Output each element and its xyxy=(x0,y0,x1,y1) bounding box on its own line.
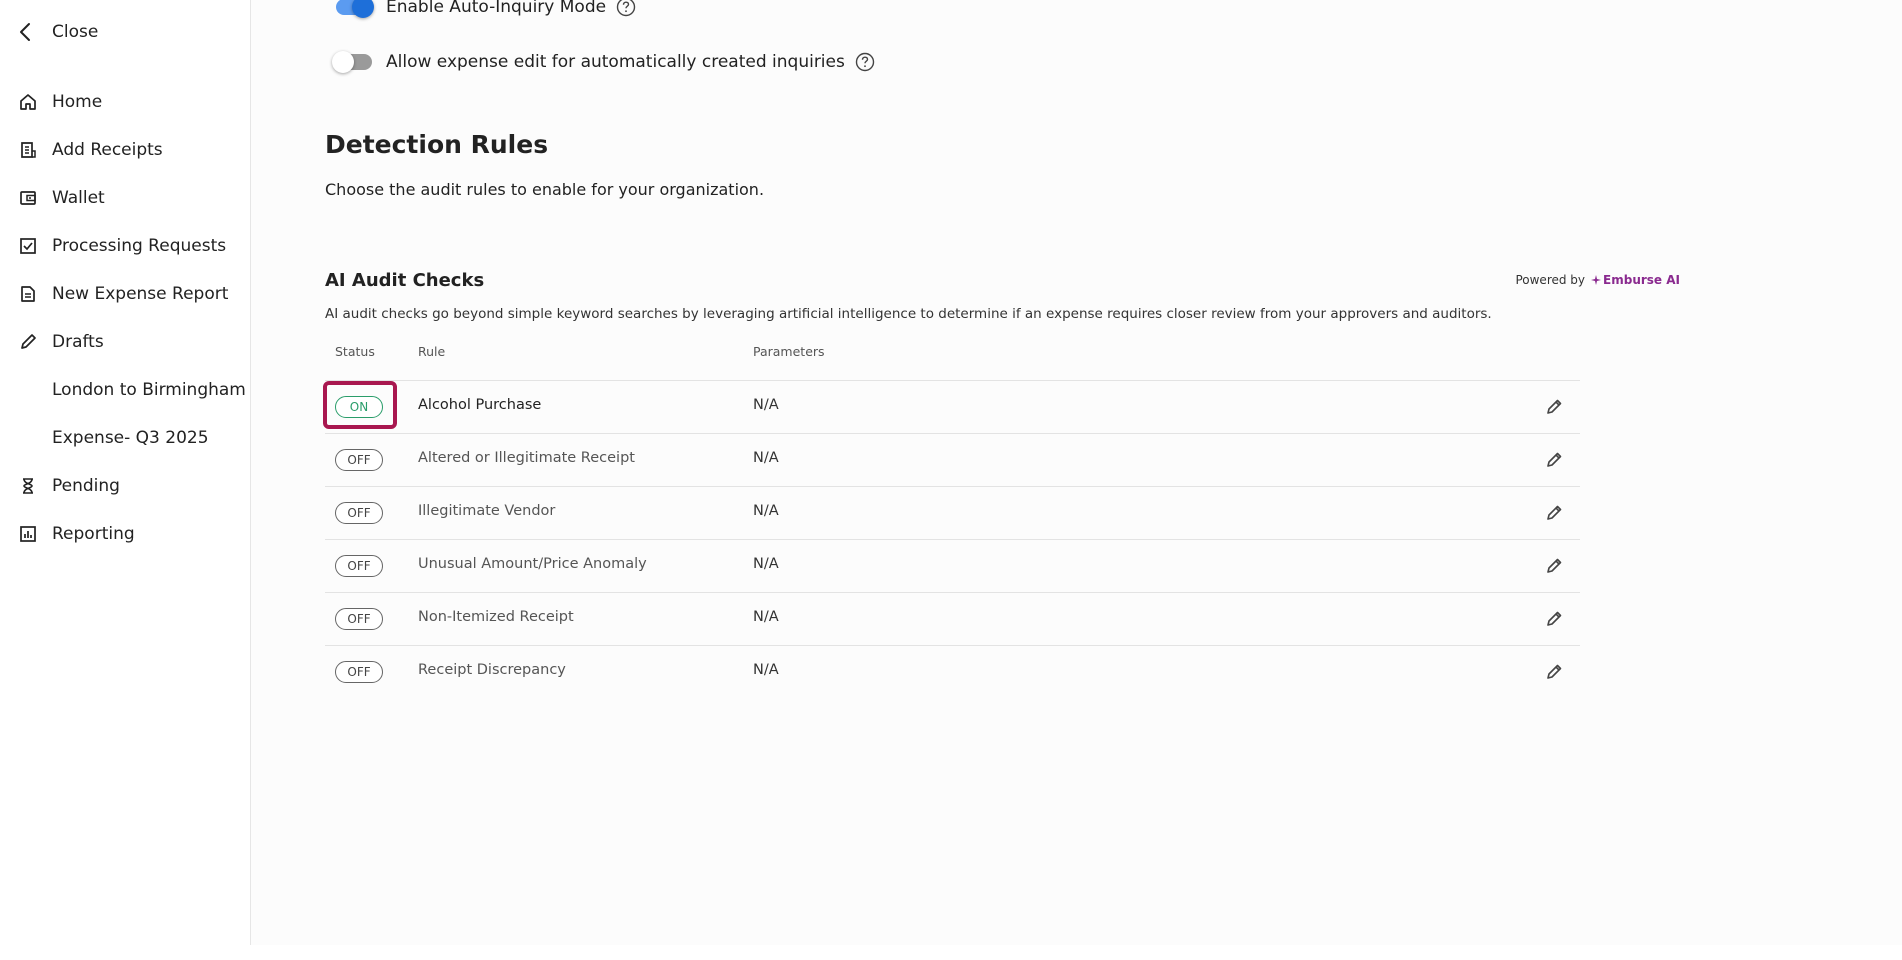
sidebar-draft-item[interactable]: Expense- Q3 2025 xyxy=(52,424,209,452)
rule-parameters: N/A xyxy=(753,503,779,519)
audit-checks-description: AI audit checks go beyond simple keyword… xyxy=(325,306,1492,322)
rule-name: Receipt Discrepancy xyxy=(418,662,566,678)
receipt-icon xyxy=(18,140,38,160)
sidebar-item-drafts[interactable]: Drafts xyxy=(18,328,104,356)
status-toggle-off[interactable]: OFF xyxy=(335,661,383,683)
edit-pencil-icon[interactable] xyxy=(1543,555,1565,577)
status-toggle-off[interactable]: OFF xyxy=(335,608,383,630)
rule-parameters: N/A xyxy=(753,397,779,413)
column-header-status: Status xyxy=(335,344,375,359)
sidebar-item-reporting[interactable]: Reporting xyxy=(18,520,135,548)
powered-by: Powered by Emburse AI xyxy=(1515,273,1680,287)
edit-pencil-icon[interactable] xyxy=(1543,608,1565,630)
rule-name: Alcohol Purchase xyxy=(418,397,542,413)
close-label: Close xyxy=(52,22,99,42)
auto-inquiry-setting: Enable Auto-Inquiry Mode xyxy=(336,0,636,21)
sidebar-item-home[interactable]: Home xyxy=(18,88,102,116)
rule-name: Non-Itemized Receipt xyxy=(418,609,574,625)
sidebar-draft-item[interactable]: London to Birmingham xyxy=(52,376,246,404)
sidebar-item-processing-requests[interactable]: Processing Requests xyxy=(18,232,226,260)
home-icon xyxy=(18,92,38,112)
column-header-parameters: Parameters xyxy=(753,344,825,359)
hourglass-icon xyxy=(18,476,38,496)
status-toggle-off[interactable]: OFF xyxy=(335,555,383,577)
help-icon[interactable] xyxy=(616,0,636,17)
rule-name: Illegitimate Vendor xyxy=(418,503,556,519)
edit-pencil-icon[interactable] xyxy=(1543,502,1565,524)
auto-inquiry-toggle[interactable] xyxy=(336,0,374,18)
table-row: OFF Receipt Discrepancy N/A xyxy=(325,645,1580,698)
sidebar-item-pending[interactable]: Pending xyxy=(18,472,120,500)
status-toggle-off[interactable]: OFF xyxy=(335,502,383,524)
rule-name: Altered or Illegitimate Receipt xyxy=(418,450,635,466)
emburse-ai-logo: Emburse AI xyxy=(1591,273,1680,287)
status-toggle-on[interactable]: ON xyxy=(335,396,383,418)
chevron-left-icon xyxy=(18,22,32,42)
rule-parameters: N/A xyxy=(753,609,779,625)
status-toggle-off[interactable]: OFF xyxy=(335,449,383,471)
sparkle-icon xyxy=(1591,275,1602,285)
table-row: OFF Unusual Amount/Price Anomaly N/A xyxy=(325,539,1580,592)
rule-parameters: N/A xyxy=(753,450,779,466)
chart-icon xyxy=(18,524,38,544)
allow-edit-toggle[interactable] xyxy=(332,51,372,73)
audit-checks-title: AI Audit Checks xyxy=(325,270,485,291)
edit-pencil-icon[interactable] xyxy=(1543,449,1565,471)
close-button[interactable]: Close xyxy=(18,18,98,46)
edit-pencil-icon[interactable] xyxy=(1543,396,1565,418)
help-icon[interactable] xyxy=(855,52,875,72)
checkbox-icon xyxy=(18,236,38,256)
table-row: OFF Non-Itemized Receipt N/A xyxy=(325,592,1580,645)
table-row: ON Alcohol Purchase N/A xyxy=(323,380,1580,433)
sidebar-item-new-expense-report[interactable]: New Expense Report xyxy=(18,280,228,308)
main-content: Enable Auto-Inquiry Mode Allow expense e… xyxy=(251,0,1902,945)
edit-pencil-icon[interactable] xyxy=(1543,661,1565,683)
section-title: Detection Rules xyxy=(325,130,549,159)
rule-name: Unusual Amount/Price Anomaly xyxy=(418,556,647,572)
report-icon xyxy=(18,284,38,304)
pencil-icon xyxy=(18,332,38,352)
sidebar-item-wallet[interactable]: Wallet xyxy=(18,184,105,212)
sidebar-item-add-receipts[interactable]: Add Receipts xyxy=(18,136,163,164)
rule-parameters: N/A xyxy=(753,556,779,572)
column-header-rule: Rule xyxy=(418,344,446,359)
wallet-icon xyxy=(18,188,38,208)
table-row: OFF Altered or Illegitimate Receipt N/A xyxy=(325,433,1580,486)
table-row: OFF Illegitimate Vendor N/A xyxy=(325,486,1580,539)
sidebar: Close Home Add Receipts Wallet Processin… xyxy=(0,0,251,945)
rule-parameters: N/A xyxy=(753,662,779,678)
allow-edit-setting: Allow expense edit for automatically cre… xyxy=(332,48,875,76)
section-description: Choose the audit rules to enable for you… xyxy=(325,180,765,199)
audit-rules-table: ON Alcohol Purchase N/A OFF Altered or I… xyxy=(323,380,1580,698)
